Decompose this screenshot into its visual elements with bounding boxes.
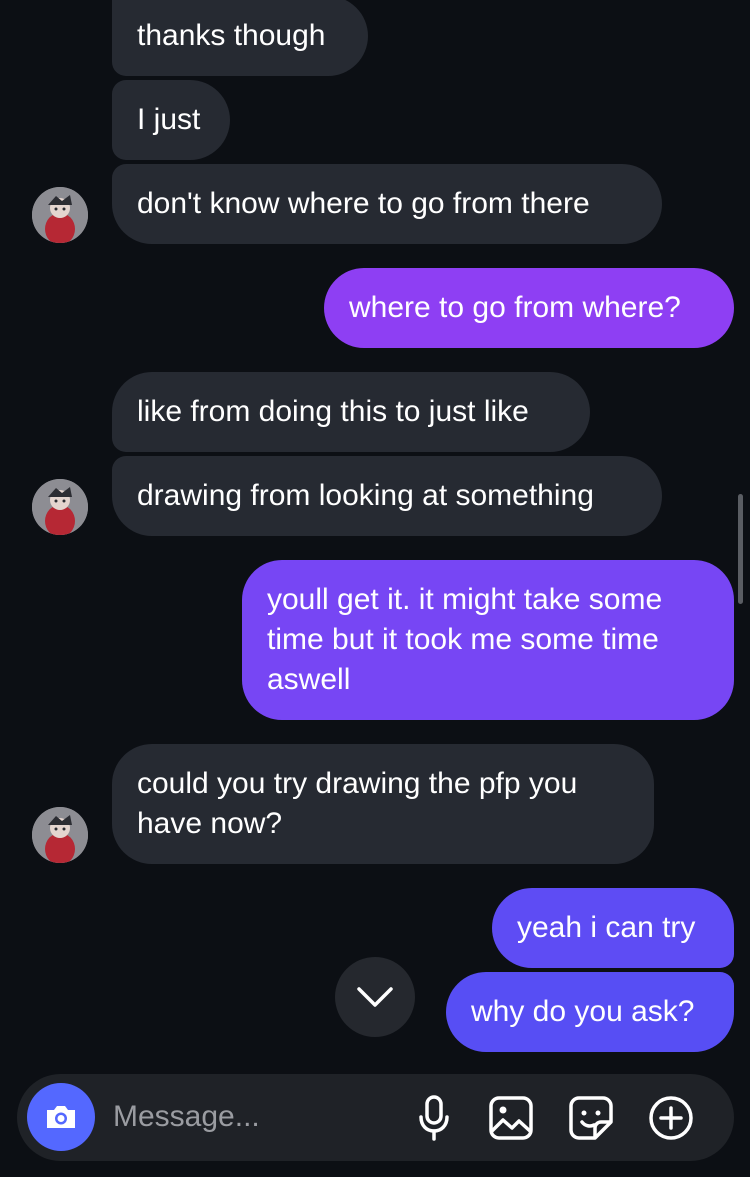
scrollbar[interactable] (738, 494, 743, 604)
message-bubble-sent[interactable]: why do you ask? (446, 972, 734, 1052)
message-bubble-received[interactable]: like from doing this to just like (112, 372, 590, 452)
message-bubble-received[interactable]: drawing from looking at something (112, 456, 662, 536)
avatar-image (32, 187, 88, 243)
message-text: drawing from looking at something (137, 479, 594, 512)
message-bubble-received[interactable]: thanks though (112, 0, 368, 76)
message-bubble-received[interactable]: could you try drawing the pfp you have n… (112, 744, 654, 864)
message-text: could you try drawing the pfp you have n… (137, 767, 578, 840)
sticker-icon (569, 1096, 613, 1140)
gallery-button[interactable] (487, 1094, 535, 1142)
sender-avatar[interactable] (32, 807, 88, 863)
message-text: yeah i can try (517, 911, 696, 944)
plus-circle-icon (649, 1096, 693, 1140)
message-text: I just (137, 103, 201, 136)
message-bubble-received[interactable]: I just (112, 80, 230, 160)
chevron-down-icon (357, 987, 393, 1007)
avatar-image (32, 479, 88, 535)
message-text: like from doing this to just like (137, 395, 529, 428)
image-icon (489, 1096, 533, 1140)
message-bubble-sent[interactable]: yeah i can try (492, 888, 734, 968)
camera-icon (47, 1106, 75, 1128)
message-text: thanks though (137, 19, 326, 52)
sender-avatar[interactable] (32, 187, 88, 243)
sticker-button[interactable] (567, 1094, 615, 1142)
microphone-icon (419, 1095, 449, 1141)
message-text: youll get it. it might take some time bu… (267, 583, 663, 696)
voice-message-button[interactable] (410, 1094, 458, 1142)
avatar-image (32, 807, 88, 863)
message-composer (17, 1074, 734, 1161)
sender-avatar[interactable] (32, 479, 88, 535)
message-text: why do you ask? (471, 995, 695, 1028)
camera-button[interactable] (27, 1083, 95, 1151)
message-input[interactable] (113, 1094, 393, 1140)
message-bubble-received[interactable]: don't know where to go from there (112, 164, 662, 244)
message-text: don't know where to go from there (137, 187, 590, 220)
message-bubble-sent[interactable]: where to go from where? (324, 268, 734, 348)
scroll-to-bottom-button[interactable] (335, 957, 415, 1037)
more-options-button[interactable] (647, 1094, 695, 1142)
message-text: where to go from where? (349, 291, 681, 324)
message-bubble-sent[interactable]: youll get it. it might take some time bu… (242, 560, 734, 720)
